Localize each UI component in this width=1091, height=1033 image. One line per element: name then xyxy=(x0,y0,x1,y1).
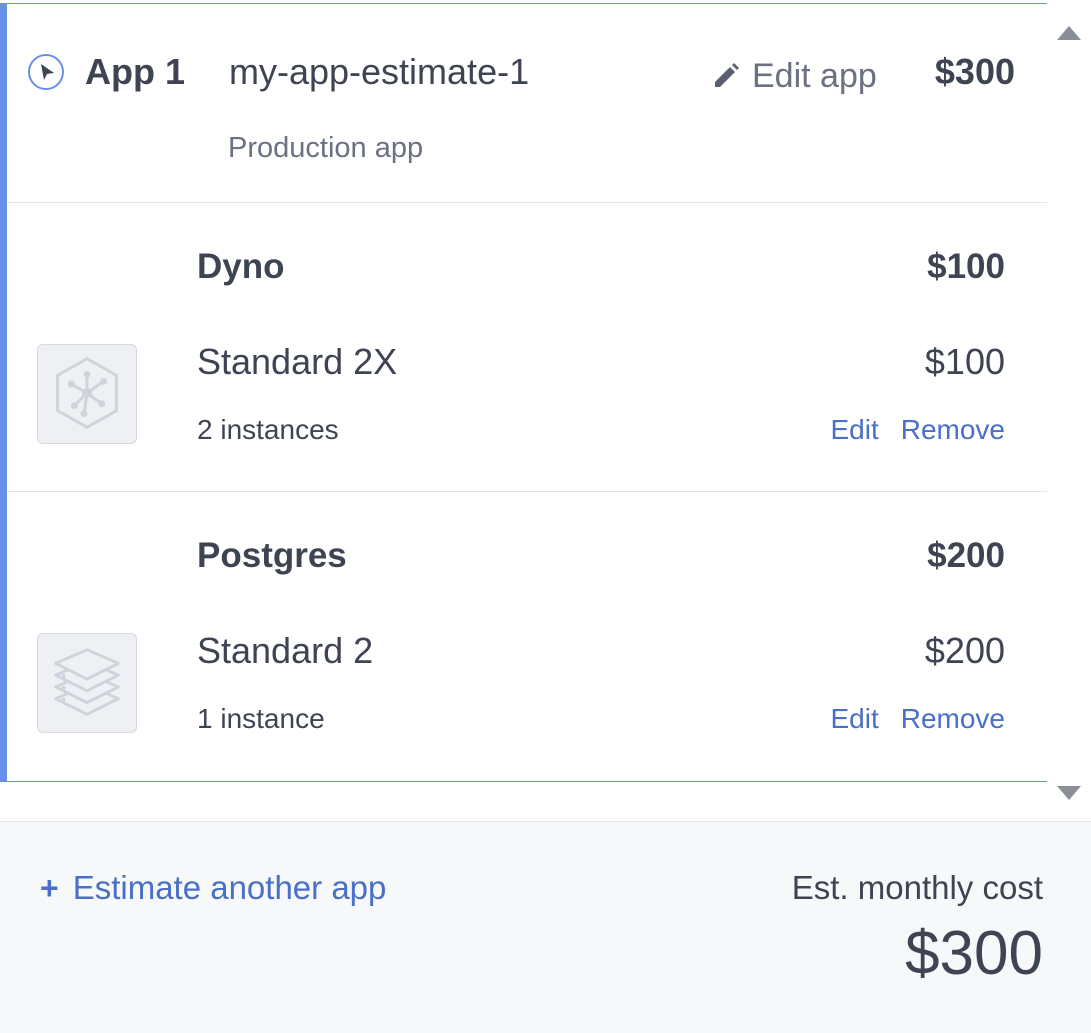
scroll-up-arrow-icon[interactable] xyxy=(1047,18,1091,48)
edit-resource-button[interactable]: Edit xyxy=(830,414,878,446)
resource-plan: Standard 2 xyxy=(197,630,374,671)
resource-actions: Edit Remove xyxy=(830,703,1005,735)
plus-icon: + xyxy=(40,870,59,906)
resource-actions: Edit Remove xyxy=(830,414,1005,446)
resource-quantity: 2 instances xyxy=(197,414,339,445)
resource-price: $100 xyxy=(924,341,1005,382)
dyno-icon xyxy=(37,344,137,444)
edit-resource-button[interactable]: Edit xyxy=(830,703,878,735)
pencil-icon xyxy=(715,63,739,87)
estimate-footer: + Estimate another app Est. monthly cost… xyxy=(0,821,1091,1033)
dyno-section: Dyno $100 Standard 2X $100 2 instances E… xyxy=(7,203,1047,492)
edit-app-label: Edit app xyxy=(752,56,877,95)
app-cursor-icon xyxy=(27,53,65,91)
monthly-cost-total: $300 xyxy=(905,919,1043,988)
app-card-accent xyxy=(0,3,7,782)
app-header: App 1 my-app-estimate-1 Production app E… xyxy=(7,4,1047,203)
monthly-cost-label: Est. monthly cost xyxy=(791,869,1043,906)
app-number: App 1 xyxy=(85,51,186,92)
estimate-another-app-button[interactable]: + Estimate another app xyxy=(40,869,386,907)
app-name: my-app-estimate-1 xyxy=(229,51,530,92)
estimate-scroll-area[interactable]: App 1 my-app-estimate-1 Production app E… xyxy=(0,0,1091,820)
app-total-cost: $300 xyxy=(934,51,1015,92)
section-title: Dyno xyxy=(197,247,285,286)
resource-price: $200 xyxy=(924,630,1005,671)
resource-quantity: 1 instance xyxy=(197,703,325,734)
estimate-another-app-label: Estimate another app xyxy=(72,869,387,906)
postgres-icon xyxy=(37,633,137,733)
section-total: $200 xyxy=(927,536,1005,575)
scrollbar[interactable] xyxy=(1047,0,1091,820)
postgres-section: Postgres $200 Standard 2 $200 1 instance… xyxy=(7,492,1047,781)
resource-plan: Standard 2X xyxy=(197,341,398,382)
remove-resource-button[interactable]: Remove xyxy=(901,703,1005,735)
section-title: Postgres xyxy=(197,536,347,575)
app-card: App 1 my-app-estimate-1 Production app E… xyxy=(0,3,1047,782)
remove-resource-button[interactable]: Remove xyxy=(901,414,1005,446)
scroll-down-arrow-icon[interactable] xyxy=(1047,778,1091,808)
section-total: $100 xyxy=(927,247,1005,286)
edit-app-button[interactable]: Edit app xyxy=(710,56,877,96)
app-type: Production app xyxy=(228,132,424,164)
